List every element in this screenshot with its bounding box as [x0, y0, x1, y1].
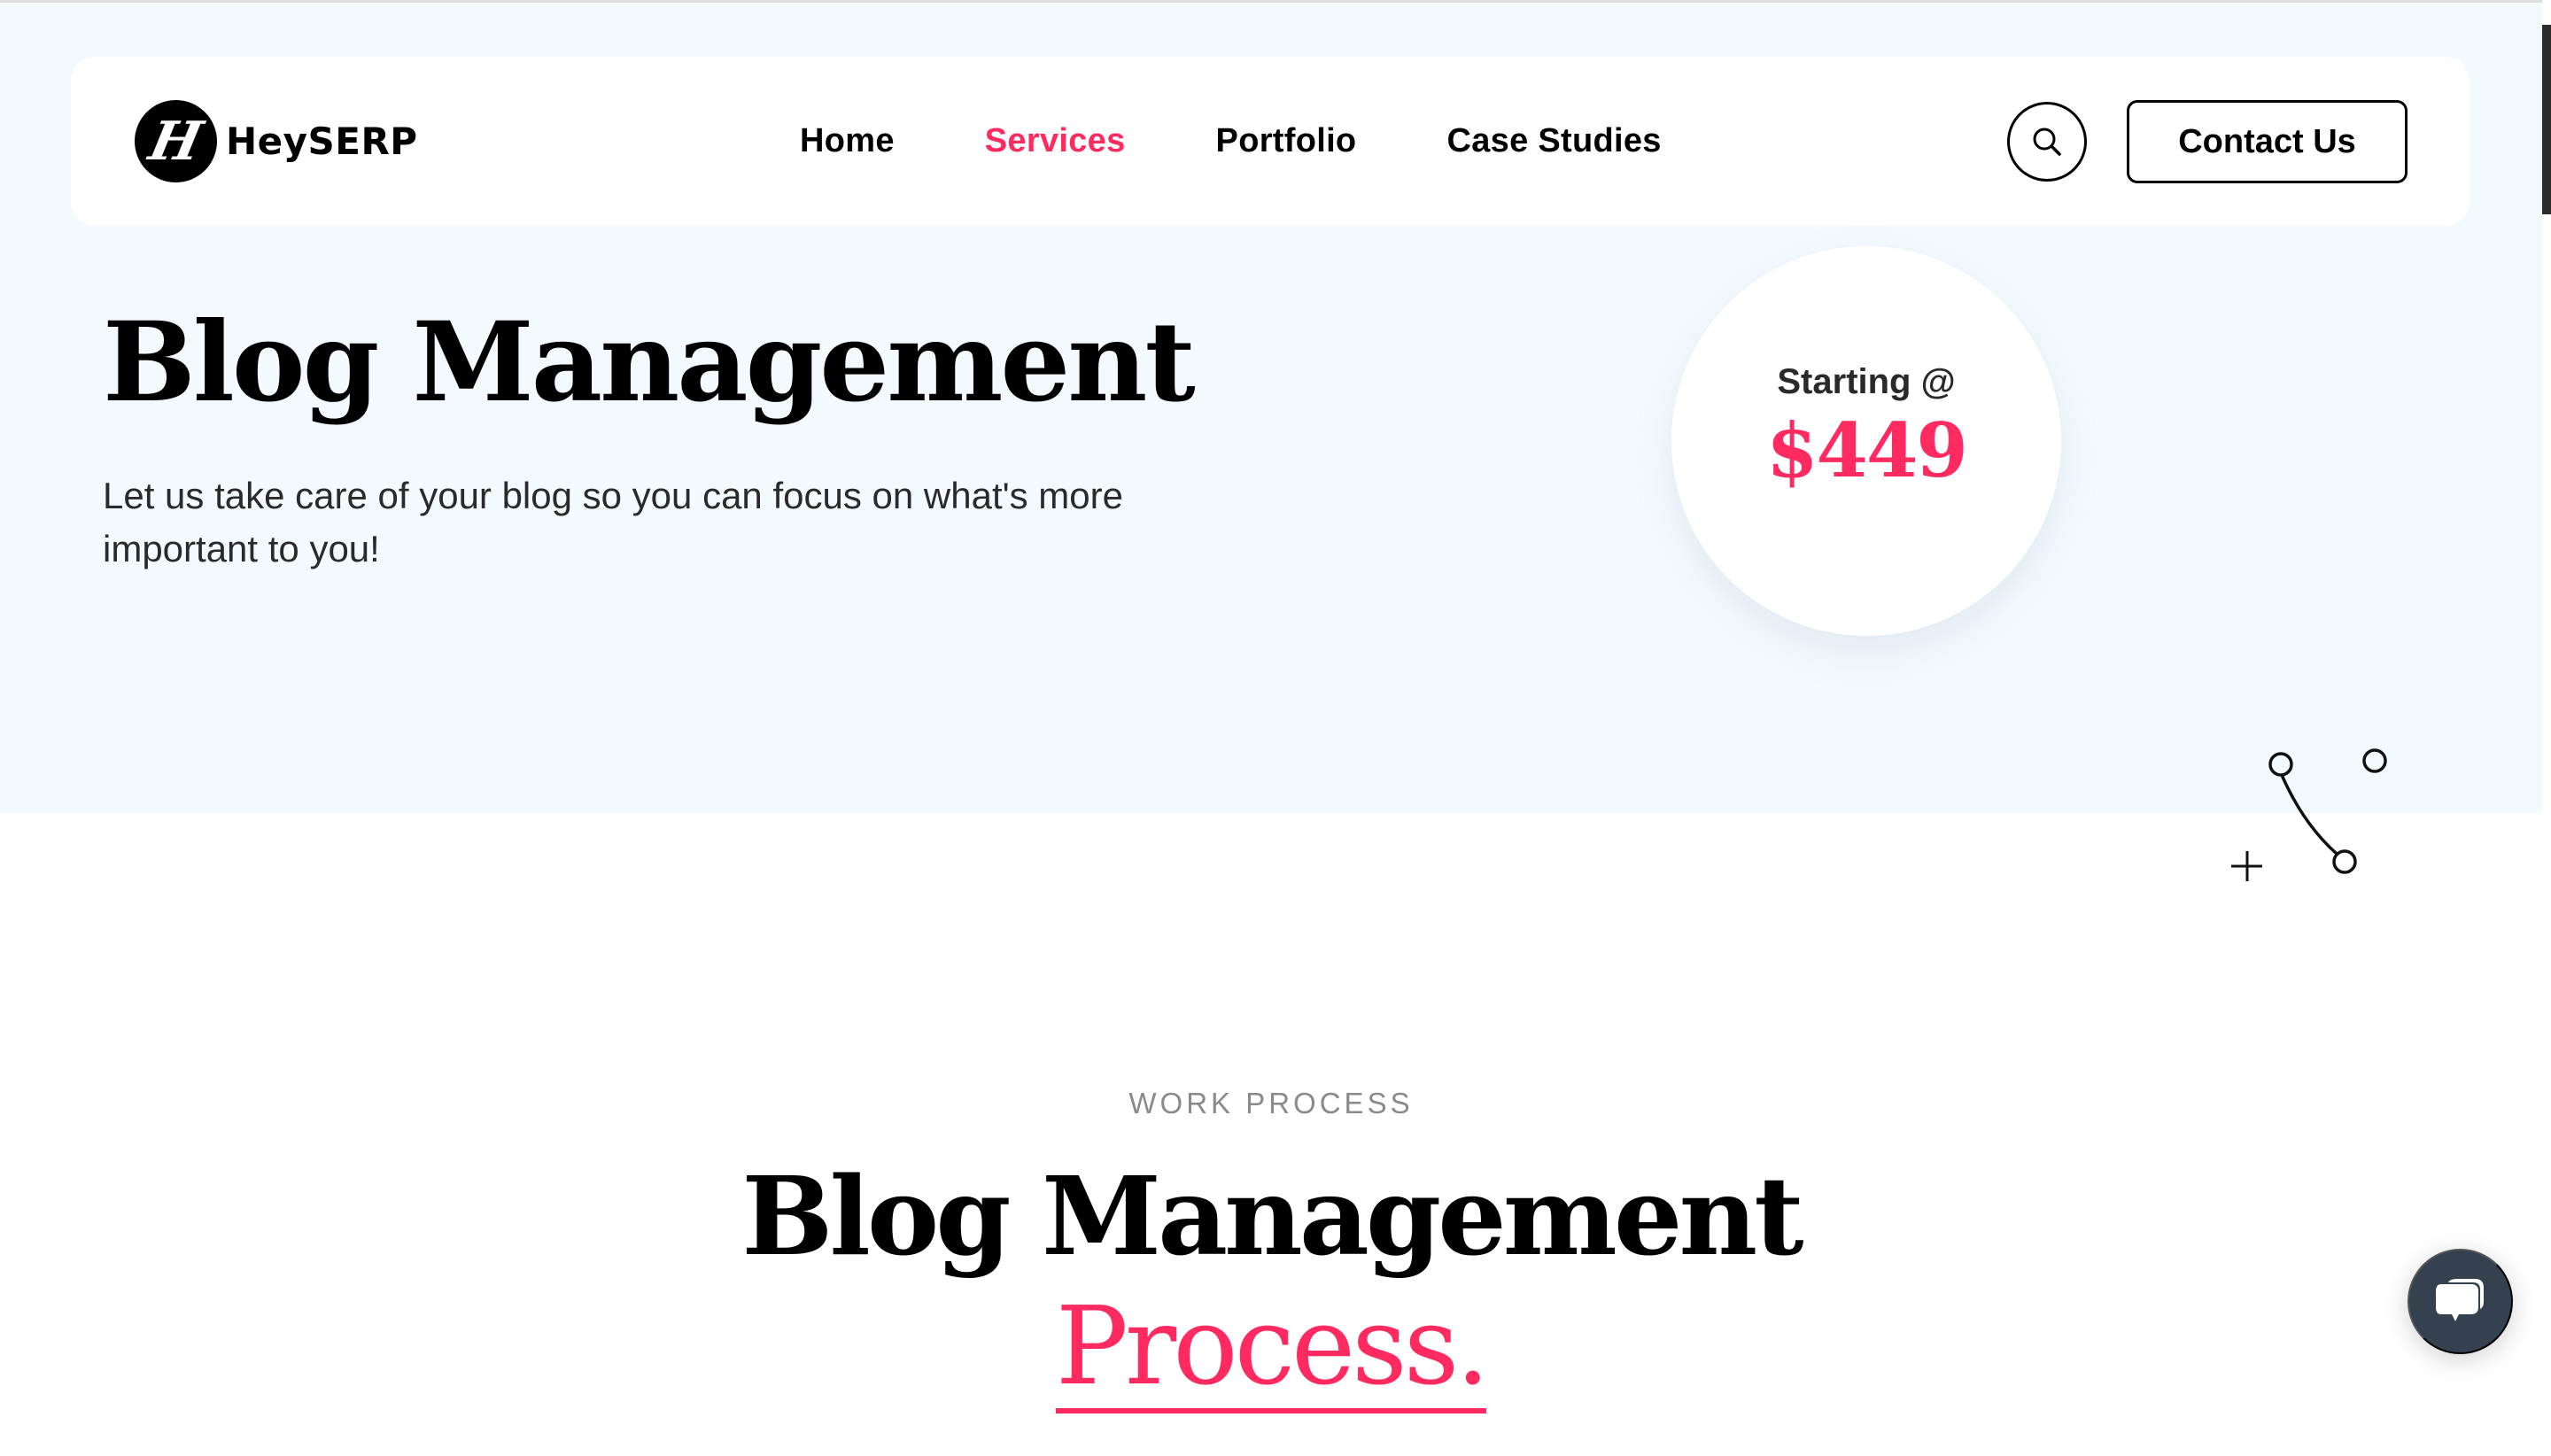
price-value: $449 [1766, 407, 1968, 494]
nav-link-portfolio[interactable]: Portfolio [1216, 120, 1357, 161]
nav-link-services[interactable]: Services [985, 120, 1126, 161]
decorative-node-graphic [2231, 748, 2387, 881]
contact-us-button[interactable]: Contact Us [2127, 100, 2408, 183]
price-badge: Starting @ $449 [1671, 246, 2061, 636]
hero-subtitle: Let us take care of your blog so you can… [103, 475, 1123, 569]
navigation-bar: H HeySERP Home Services Portfolio Case S… [71, 57, 2470, 226]
section-eyebrow: WORK PROCESS [1128, 1087, 1414, 1119]
deco-node-top-right [2362, 748, 2387, 773]
deco-node-top-left [2268, 752, 2293, 777]
deco-node-bottom [2332, 849, 2357, 874]
search-button[interactable] [2007, 102, 2087, 182]
price-label: Starting @ [1777, 362, 1956, 401]
logo-mark-icon: H [135, 100, 217, 182]
section-title-accent: Process. [1055, 1284, 1490, 1413]
logo-letter: H [143, 110, 208, 173]
search-icon [2033, 128, 2061, 156]
deco-connector [2280, 774, 2338, 856]
hero-title: Blog Management [103, 298, 1196, 427]
brand-logo[interactable]: H HeySERP [135, 100, 418, 182]
chat-widget-button[interactable] [2408, 1249, 2513, 1354]
brand-name: HeySERP [226, 120, 418, 163]
chat-bubbles-icon [2435, 1278, 2484, 1321]
nav-link-home[interactable]: Home [800, 120, 895, 161]
nav-link-case-studies[interactable]: Case Studies [1446, 120, 1661, 161]
scrollbar-thumb[interactable] [2542, 25, 2551, 214]
scrollbar-track[interactable] [2542, 0, 2551, 1456]
section-accent-row: Process. [0, 1284, 2542, 1413]
section-title: Blog Management [741, 1152, 1803, 1280]
main-nav: Home Services Portfolio Case Studies [800, 120, 1662, 161]
